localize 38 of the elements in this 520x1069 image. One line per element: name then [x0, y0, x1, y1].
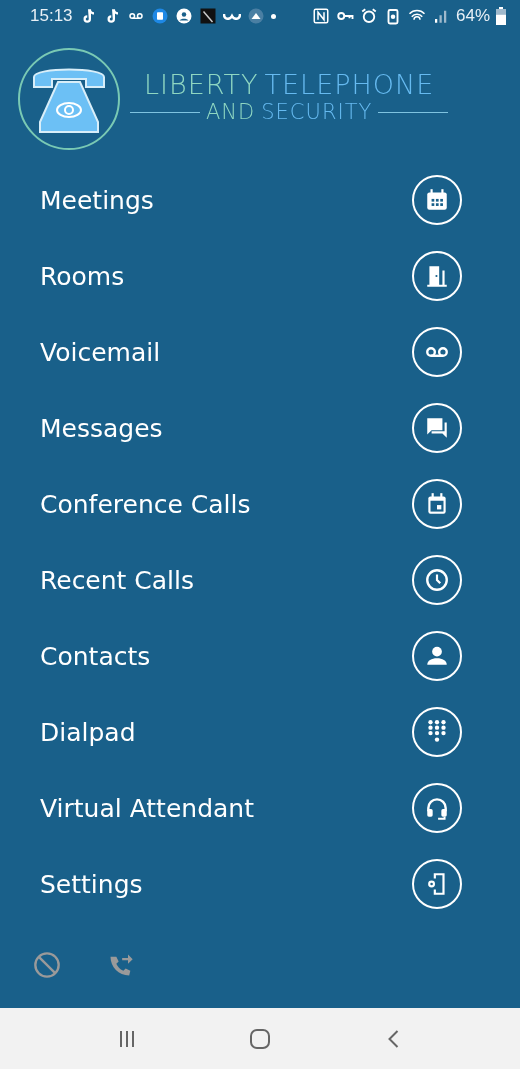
app-icon — [246, 7, 265, 25]
menu-item[interactable]: Virtual Attendant — [40, 793, 254, 823]
door-icon[interactable] — [412, 251, 462, 301]
menu-item[interactable]: Settings — [40, 869, 143, 899]
nfc-icon — [311, 7, 330, 25]
logo-word: LIBERTY — [144, 69, 259, 100]
dialpad-icon[interactable] — [412, 707, 462, 757]
menu-item[interactable]: Voicemail — [40, 337, 161, 367]
headset-icon[interactable] — [412, 783, 462, 833]
chat-icon[interactable] — [412, 403, 462, 453]
voicemail-icon[interactable] — [412, 327, 462, 377]
phone-gear-icon[interactable] — [412, 859, 462, 909]
dot-icon — [270, 13, 276, 19]
menu-item[interactable]: Rooms — [40, 261, 125, 291]
menu-item[interactable]: Conference Calls — [40, 489, 251, 519]
menu-item[interactable]: Messages — [40, 413, 163, 443]
alarm-icon — [359, 7, 378, 25]
battery-percent: 64% — [455, 6, 490, 26]
home-icon[interactable] — [250, 1028, 270, 1049]
menu-item[interactable]: Dialpad — [40, 717, 136, 747]
back-icon[interactable] — [387, 1029, 399, 1048]
menu-item[interactable]: Meetings — [40, 185, 154, 215]
app-icon — [150, 7, 169, 25]
calendar-icon[interactable] — [412, 479, 462, 529]
calendar-icon[interactable] — [412, 175, 462, 225]
recent-apps-icon[interactable] — [119, 1029, 134, 1048]
battery-icon — [496, 7, 506, 25]
person-icon[interactable] — [412, 631, 462, 681]
logo-word: SECURITY — [261, 101, 373, 125]
status-time: 15:13 — [30, 6, 73, 26]
menu-item[interactable]: Recent Calls — [40, 565, 195, 595]
image-icon — [198, 7, 217, 25]
clock-icon[interactable] — [412, 555, 462, 605]
logo-word: AND — [206, 101, 256, 125]
app-icon — [222, 12, 241, 20]
logo-word: TELEPHONE — [264, 69, 435, 100]
account-icon — [174, 7, 193, 25]
menu-item[interactable]: Contacts — [40, 641, 151, 671]
